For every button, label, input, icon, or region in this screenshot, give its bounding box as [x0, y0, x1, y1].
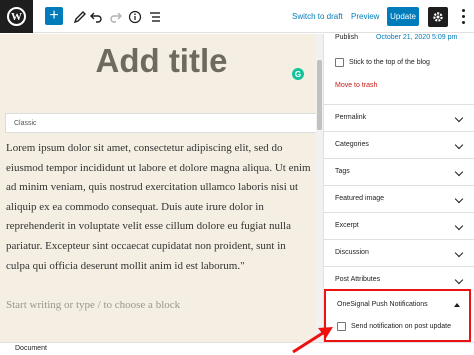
block-navigation-button[interactable] — [148, 8, 162, 25]
dot-icon — [461, 14, 465, 18]
undo-button[interactable] — [89, 8, 103, 25]
undo-icon — [90, 12, 102, 23]
editor-canvas: Add title G Classic Lorem ipsum dolor si… — [0, 34, 323, 342]
send-notification-row[interactable]: Send notification on post update — [337, 322, 451, 331]
onesignal-panel: OneSignal Push Notifications Send notifi… — [324, 289, 471, 342]
list-view-icon — [150, 11, 160, 22]
classic-block-label: Classic — [14, 119, 37, 127]
info-button[interactable] — [128, 8, 142, 25]
settings-button[interactable] — [428, 7, 448, 27]
panel-discussion[interactable]: Discussion — [324, 239, 474, 266]
wordpress-logo-icon[interactable]: W — [0, 0, 33, 33]
more-options-button[interactable] — [458, 8, 468, 25]
publish-label: Publish — [335, 34, 358, 41]
caret-up-icon[interactable] — [454, 303, 460, 307]
panel-label: Post Attributes — [335, 276, 381, 283]
redo-icon — [110, 12, 122, 23]
panel-featured-image[interactable]: Featured image — [324, 185, 474, 212]
preview-link[interactable]: Preview — [351, 12, 379, 21]
publish-date-link[interactable]: October 21, 2020 5:09 pm — [376, 34, 457, 41]
classic-block-content[interactable]: Lorem ipsum dolor sit amet, consectetur … — [6, 139, 311, 276]
block-breadcrumb-footer: Document — [0, 342, 474, 355]
chevron-down-icon — [454, 194, 464, 204]
default-block-appender[interactable]: Start writing or type / to choose a bloc… — [6, 299, 180, 311]
switch-to-draft-link[interactable]: Switch to draft — [292, 12, 343, 21]
panel-permalink[interactable]: Permalink — [324, 104, 474, 131]
breadcrumb-document[interactable]: Document — [15, 345, 47, 352]
post-title-input[interactable]: Add title — [0, 42, 323, 80]
pencil-icon — [73, 10, 86, 23]
send-notification-label: Send notification on post update — [351, 323, 452, 330]
chevron-down-icon — [454, 113, 464, 123]
panel-label: Excerpt — [335, 222, 359, 229]
panel-label: Permalink — [335, 114, 367, 121]
add-block-button[interactable]: + — [45, 7, 63, 25]
stick-to-top-checkbox[interactable] — [335, 58, 344, 67]
dot-icon — [461, 9, 465, 13]
send-notification-checkbox[interactable] — [337, 322, 346, 331]
top-toolbar: W + Switch to draft Preview Update — [0, 0, 474, 33]
panel-label: Featured image — [335, 195, 385, 202]
panel-tags[interactable]: Tags — [324, 158, 474, 185]
editor-scrollbar-thumb[interactable] — [317, 60, 322, 130]
panel-excerpt[interactable]: Excerpt — [324, 212, 474, 239]
gear-icon — [433, 12, 443, 22]
update-button[interactable]: Update — [387, 7, 419, 26]
info-circle-icon — [128, 10, 142, 23]
redo-button[interactable] — [109, 8, 123, 25]
stick-to-top-label: Stick to the top of the blog — [349, 59, 430, 66]
onesignal-panel-title[interactable]: OneSignal Push Notifications — [337, 301, 428, 308]
panel-label: Categories — [335, 141, 369, 148]
chevron-down-icon — [454, 140, 464, 150]
stick-to-top-row[interactable]: Stick to the top of the blog — [335, 58, 430, 67]
chevron-down-icon — [454, 221, 464, 231]
move-to-trash-link[interactable]: Move to trash — [335, 82, 377, 89]
chevron-down-icon — [454, 275, 464, 285]
panel-categories[interactable]: Categories — [324, 131, 474, 158]
dot-icon — [461, 20, 465, 24]
edit-tool-button[interactable] — [73, 8, 87, 25]
grammarly-icon[interactable]: G — [292, 68, 304, 80]
settings-sidebar: Publish October 21, 2020 5:09 pm Stick t… — [323, 34, 474, 342]
classic-block-toolbar[interactable]: Classic — [5, 113, 318, 133]
panel-label: Tags — [335, 168, 350, 175]
chevron-down-icon — [454, 248, 464, 258]
panel-label: Discussion — [335, 249, 369, 256]
chevron-down-icon — [454, 167, 464, 177]
